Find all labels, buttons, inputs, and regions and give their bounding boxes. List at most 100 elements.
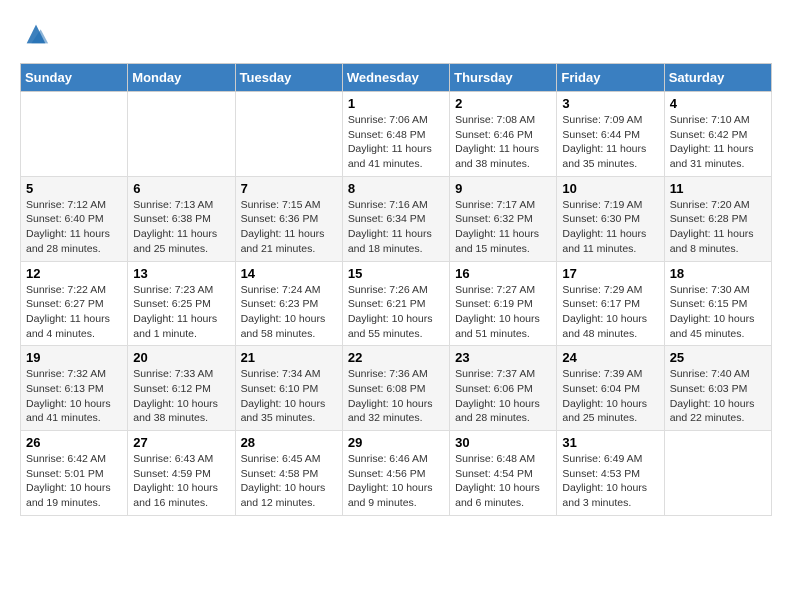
day-info: Sunrise: 7:19 AM Sunset: 6:30 PM Dayligh… bbox=[562, 198, 658, 257]
day-number: 26 bbox=[26, 435, 122, 450]
calendar-day-cell: 9 Sunrise: 7:17 AM Sunset: 6:32 PM Daylig… bbox=[450, 176, 557, 261]
calendar-week-row: 26 Sunrise: 6:42 AM Sunset: 5:01 PM Dayli… bbox=[21, 431, 772, 516]
calendar-table: SundayMondayTuesdayWednesdayThursdayFrid… bbox=[20, 63, 772, 516]
calendar-day-cell: 16 Sunrise: 7:27 AM Sunset: 6:19 PM Dayli… bbox=[450, 261, 557, 346]
day-number: 7 bbox=[241, 181, 337, 196]
day-number: 10 bbox=[562, 181, 658, 196]
day-of-week-header: Monday bbox=[128, 64, 235, 92]
calendar-week-row: 1 Sunrise: 7:06 AM Sunset: 6:48 PM Daylig… bbox=[21, 92, 772, 177]
calendar-day-cell: 5 Sunrise: 7:12 AM Sunset: 6:40 PM Daylig… bbox=[21, 176, 128, 261]
day-of-week-header: Tuesday bbox=[235, 64, 342, 92]
day-number: 16 bbox=[455, 266, 551, 281]
calendar-day-cell: 19 Sunrise: 7:32 AM Sunset: 6:13 PM Dayli… bbox=[21, 346, 128, 431]
calendar-empty-cell bbox=[664, 431, 771, 516]
day-of-week-header: Thursday bbox=[450, 64, 557, 92]
day-number: 13 bbox=[133, 266, 229, 281]
day-number: 28 bbox=[241, 435, 337, 450]
calendar-day-cell: 13 Sunrise: 7:23 AM Sunset: 6:25 PM Dayli… bbox=[128, 261, 235, 346]
day-info: Sunrise: 7:39 AM Sunset: 6:04 PM Dayligh… bbox=[562, 367, 658, 426]
day-number: 5 bbox=[26, 181, 122, 196]
calendar-week-row: 12 Sunrise: 7:22 AM Sunset: 6:27 PM Dayli… bbox=[21, 261, 772, 346]
day-number: 30 bbox=[455, 435, 551, 450]
calendar-day-cell: 15Sunrise: 7:26 AM Sunset: 6:21 PM Dayli… bbox=[342, 261, 449, 346]
calendar-empty-cell bbox=[235, 92, 342, 177]
day-number: 8 bbox=[348, 181, 444, 196]
day-info: Sunrise: 7:36 AM Sunset: 6:08 PM Dayligh… bbox=[348, 367, 444, 426]
day-number: 20 bbox=[133, 350, 229, 365]
calendar-day-cell: 11 Sunrise: 7:20 AM Sunset: 6:28 PM Dayli… bbox=[664, 176, 771, 261]
calendar-day-cell: 27 Sunrise: 6:43 AM Sunset: 4:59 PM Dayli… bbox=[128, 431, 235, 516]
calendar-day-cell: 31 Sunrise: 6:49 AM Sunset: 4:53 PM Dayli… bbox=[557, 431, 664, 516]
day-info: Sunrise: 7:40 AM Sunset: 6:03 PM Dayligh… bbox=[670, 367, 766, 426]
day-info: Sunrise: 6:42 AM Sunset: 5:01 PM Dayligh… bbox=[26, 452, 122, 511]
day-number: 11 bbox=[670, 181, 766, 196]
day-info: Sunrise: 7:17 AM Sunset: 6:32 PM Dayligh… bbox=[455, 198, 551, 257]
day-of-week-header: Saturday bbox=[664, 64, 771, 92]
calendar-day-cell: 3 Sunrise: 7:09 AM Sunset: 6:44 PM Daylig… bbox=[557, 92, 664, 177]
day-number: 9 bbox=[455, 181, 551, 196]
day-info: Sunrise: 7:29 AM Sunset: 6:17 PM Dayligh… bbox=[562, 283, 658, 342]
calendar-day-cell: 10 Sunrise: 7:19 AM Sunset: 6:30 PM Dayli… bbox=[557, 176, 664, 261]
day-info: Sunrise: 7:06 AM Sunset: 6:48 PM Dayligh… bbox=[348, 113, 444, 172]
day-number: 17 bbox=[562, 266, 658, 281]
day-of-week-header: Sunday bbox=[21, 64, 128, 92]
day-number: 29 bbox=[348, 435, 444, 450]
page-header bbox=[20, 20, 772, 53]
calendar-day-cell: 30Sunrise: 6:48 AM Sunset: 4:54 PM Dayli… bbox=[450, 431, 557, 516]
day-info: Sunrise: 7:15 AM Sunset: 6:36 PM Dayligh… bbox=[241, 198, 337, 257]
day-info: Sunrise: 7:33 AM Sunset: 6:12 PM Dayligh… bbox=[133, 367, 229, 426]
day-info: Sunrise: 7:32 AM Sunset: 6:13 PM Dayligh… bbox=[26, 367, 122, 426]
day-info: Sunrise: 6:46 AM Sunset: 4:56 PM Dayligh… bbox=[348, 452, 444, 511]
day-info: Sunrise: 6:49 AM Sunset: 4:53 PM Dayligh… bbox=[562, 452, 658, 511]
day-number: 23 bbox=[455, 350, 551, 365]
day-info: Sunrise: 6:43 AM Sunset: 4:59 PM Dayligh… bbox=[133, 452, 229, 511]
calendar-day-cell: 22 Sunrise: 7:36 AM Sunset: 6:08 PM Dayli… bbox=[342, 346, 449, 431]
day-info: Sunrise: 7:27 AM Sunset: 6:19 PM Dayligh… bbox=[455, 283, 551, 342]
calendar-day-cell: 1 Sunrise: 7:06 AM Sunset: 6:48 PM Daylig… bbox=[342, 92, 449, 177]
calendar-day-cell: 20 Sunrise: 7:33 AM Sunset: 6:12 PM Dayli… bbox=[128, 346, 235, 431]
calendar-day-cell: 28Sunrise: 6:45 AM Sunset: 4:58 PM Dayli… bbox=[235, 431, 342, 516]
calendar-empty-cell bbox=[21, 92, 128, 177]
calendar-day-cell: 21 Sunrise: 7:34 AM Sunset: 6:10 PM Dayli… bbox=[235, 346, 342, 431]
calendar-day-cell: 29 Sunrise: 6:46 AM Sunset: 4:56 PM Dayli… bbox=[342, 431, 449, 516]
day-number: 1 bbox=[348, 96, 444, 111]
day-info: Sunrise: 7:16 AM Sunset: 6:34 PM Dayligh… bbox=[348, 198, 444, 257]
day-info: Sunrise: 7:26 AM Sunset: 6:21 PM Dayligh… bbox=[348, 283, 444, 342]
day-info: Sunrise: 7:34 AM Sunset: 6:10 PM Dayligh… bbox=[241, 367, 337, 426]
day-info: Sunrise: 7:20 AM Sunset: 6:28 PM Dayligh… bbox=[670, 198, 766, 257]
day-number: 2 bbox=[455, 96, 551, 111]
day-number: 31 bbox=[562, 435, 658, 450]
day-number: 21 bbox=[241, 350, 337, 365]
calendar-day-cell: 18 Sunrise: 7:30 AM Sunset: 6:15 PM Dayli… bbox=[664, 261, 771, 346]
day-number: 27 bbox=[133, 435, 229, 450]
day-info: Sunrise: 7:24 AM Sunset: 6:23 PM Dayligh… bbox=[241, 283, 337, 342]
day-info: Sunrise: 7:10 AM Sunset: 6:42 PM Dayligh… bbox=[670, 113, 766, 172]
day-number: 3 bbox=[562, 96, 658, 111]
calendar-day-cell: 14 Sunrise: 7:24 AM Sunset: 6:23 PM Dayli… bbox=[235, 261, 342, 346]
day-number: 19 bbox=[26, 350, 122, 365]
day-info: Sunrise: 7:30 AM Sunset: 6:15 PM Dayligh… bbox=[670, 283, 766, 342]
day-number: 14 bbox=[241, 266, 337, 281]
calendar-header-row: SundayMondayTuesdayWednesdayThursdayFrid… bbox=[21, 64, 772, 92]
calendar-day-cell: 26 Sunrise: 6:42 AM Sunset: 5:01 PM Dayli… bbox=[21, 431, 128, 516]
day-of-week-header: Friday bbox=[557, 64, 664, 92]
day-info: Sunrise: 7:09 AM Sunset: 6:44 PM Dayligh… bbox=[562, 113, 658, 172]
day-number: 22 bbox=[348, 350, 444, 365]
day-info: Sunrise: 7:23 AM Sunset: 6:25 PM Dayligh… bbox=[133, 283, 229, 342]
calendar-empty-cell bbox=[128, 92, 235, 177]
day-info: Sunrise: 7:08 AM Sunset: 6:46 PM Dayligh… bbox=[455, 113, 551, 172]
day-number: 12 bbox=[26, 266, 122, 281]
calendar-day-cell: 12 Sunrise: 7:22 AM Sunset: 6:27 PM Dayli… bbox=[21, 261, 128, 346]
calendar-day-cell: 25 Sunrise: 7:40 AM Sunset: 6:03 PM Dayli… bbox=[664, 346, 771, 431]
day-number: 18 bbox=[670, 266, 766, 281]
calendar-day-cell: 4Sunrise: 7:10 AM Sunset: 6:42 PM Daylig… bbox=[664, 92, 771, 177]
day-info: Sunrise: 7:37 AM Sunset: 6:06 PM Dayligh… bbox=[455, 367, 551, 426]
day-number: 6 bbox=[133, 181, 229, 196]
calendar-day-cell: 2 Sunrise: 7:08 AM Sunset: 6:46 PM Daylig… bbox=[450, 92, 557, 177]
calendar-week-row: 5 Sunrise: 7:12 AM Sunset: 6:40 PM Daylig… bbox=[21, 176, 772, 261]
calendar-day-cell: 8 Sunrise: 7:16 AM Sunset: 6:34 PM Daylig… bbox=[342, 176, 449, 261]
day-number: 25 bbox=[670, 350, 766, 365]
day-info: Sunrise: 7:12 AM Sunset: 6:40 PM Dayligh… bbox=[26, 198, 122, 257]
day-info: Sunrise: 7:22 AM Sunset: 6:27 PM Dayligh… bbox=[26, 283, 122, 342]
calendar-day-cell: 7 Sunrise: 7:15 AM Sunset: 6:36 PM Daylig… bbox=[235, 176, 342, 261]
